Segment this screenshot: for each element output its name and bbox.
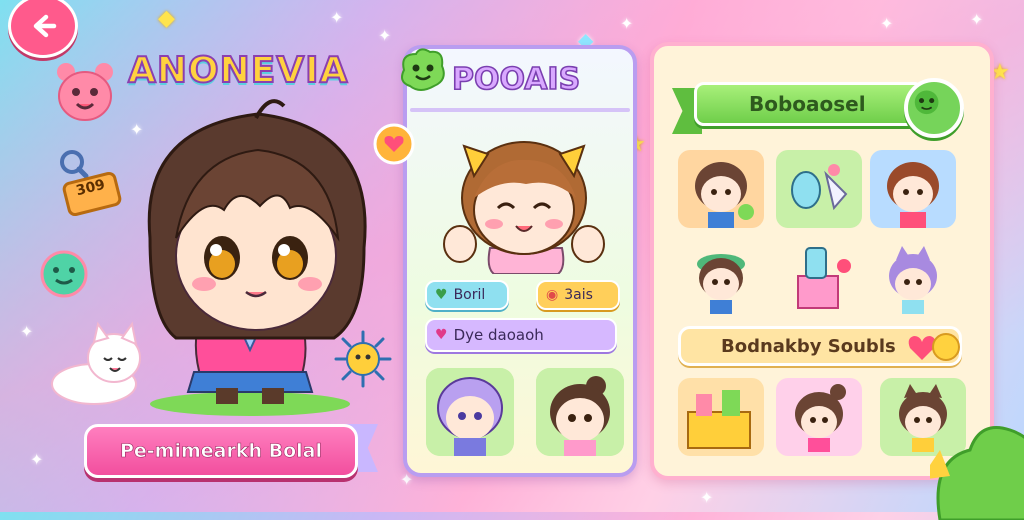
grid-card[interactable]	[678, 240, 764, 318]
red-hair-character	[887, 162, 939, 228]
hero-character	[147, 99, 367, 416]
divider	[410, 108, 630, 112]
sparkle-icon: ✦	[20, 322, 34, 341]
profile-title: ANONEVIA	[127, 49, 349, 92]
grid-card[interactable]	[678, 150, 764, 228]
sparkle-icon: ✦	[330, 8, 344, 27]
collection-title: Boboaosel	[749, 92, 866, 116]
grid-card[interactable]	[776, 378, 862, 456]
grid-card[interactable]	[870, 150, 956, 228]
grid-card[interactable]	[870, 240, 956, 318]
brown-hair-character	[695, 162, 754, 228]
stat-pill-heart[interactable]: ♥ Boril	[425, 280, 509, 310]
heart-icon: ♥	[435, 327, 448, 343]
heart-icon: ♥	[435, 287, 448, 303]
sparkle-icon: ✦	[880, 14, 894, 33]
stat-pill-label: Boril	[453, 287, 486, 303]
description-label: Dye daoaoh	[453, 326, 544, 344]
name-banner-button[interactable]: Pe-mimearkh Bolal	[84, 424, 358, 478]
grid-card[interactable]	[776, 150, 862, 228]
bun-hair-character	[795, 384, 846, 452]
description-pill[interactable]: ♥ Dye daoaoh	[425, 318, 617, 352]
sparkle-icon: ✦	[378, 26, 392, 45]
purple-hair-character	[426, 368, 514, 456]
green-monster-icon	[401, 48, 445, 91]
bun-hair-character	[536, 368, 624, 456]
purple-cat-character	[889, 246, 937, 314]
sparkle-icon: ✦	[970, 10, 984, 29]
chat-bubble-icon	[40, 250, 88, 298]
green-hat-character	[697, 254, 745, 314]
character-card[interactable]	[426, 368, 514, 456]
treasure-box-icon	[687, 390, 751, 449]
arrow-left-icon	[33, 14, 57, 38]
character-panel-title: POOAIS	[451, 61, 581, 98]
character-avatar[interactable]	[430, 128, 618, 274]
stat-pill-bag[interactable]: ◉ 3ais	[536, 280, 620, 310]
hearts-icon	[908, 333, 960, 361]
character-card[interactable]	[536, 368, 624, 456]
corner-plant-icon	[930, 426, 1024, 520]
sparkle-icon: ✦	[30, 450, 44, 469]
section-banner-label: Bodnakby Soubls	[721, 335, 896, 357]
stat-pill-label: 3ais	[564, 287, 593, 303]
toys-icon	[791, 164, 848, 211]
name-banner-label: Pe-mimearkh Bolal	[119, 440, 323, 463]
sparkle-icon: ✦	[620, 14, 634, 33]
bag-icon: ◉	[546, 287, 559, 303]
green-monster-badge-icon[interactable]	[904, 78, 964, 138]
green-monster-icon	[914, 90, 939, 115]
pink-creature-icon	[57, 63, 113, 121]
grid-card[interactable]	[678, 378, 764, 456]
collection-header: Boboaosel	[694, 82, 924, 126]
gift-box-icon	[797, 247, 851, 309]
heart-bubble-icon	[373, 123, 415, 165]
grid-card[interactable]	[776, 240, 862, 318]
sparkle-icon: ◆	[158, 6, 175, 31]
sparkle-icon: ✦	[700, 488, 714, 507]
